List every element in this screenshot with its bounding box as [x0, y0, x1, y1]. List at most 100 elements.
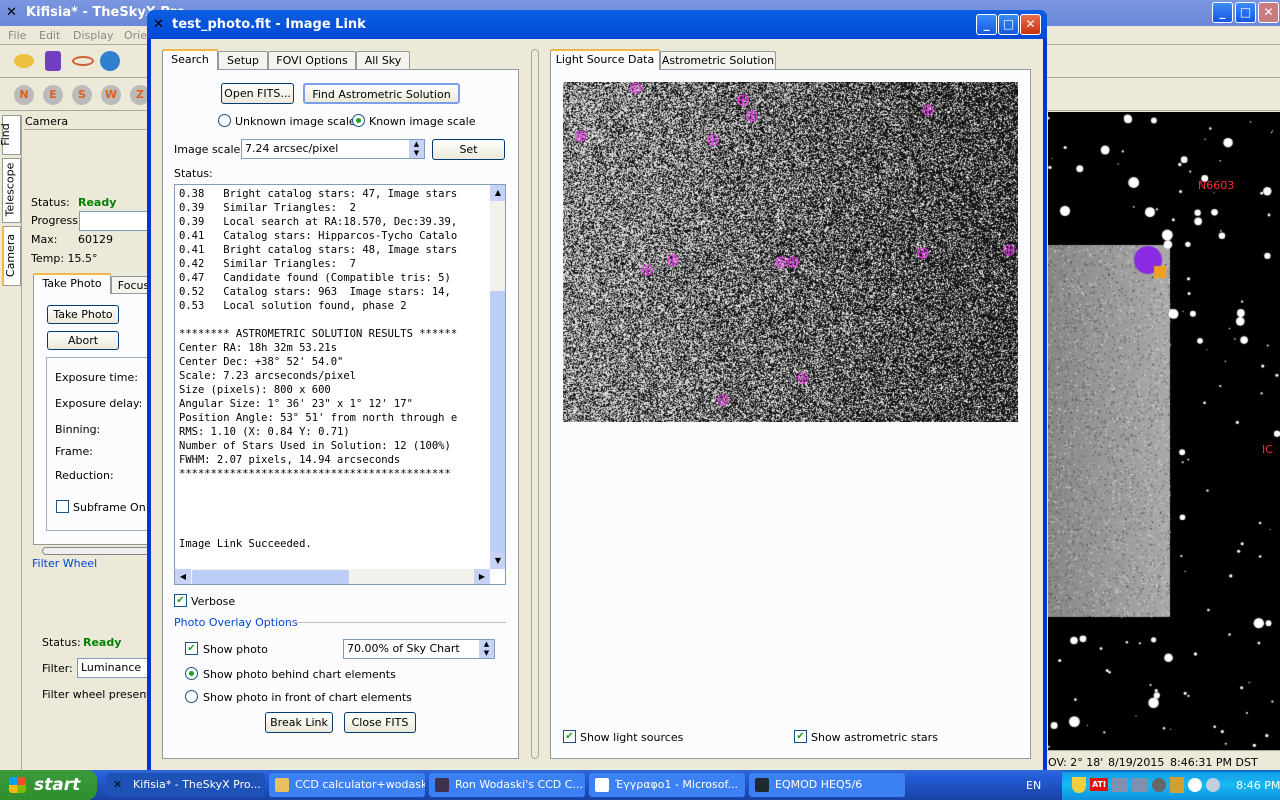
theskyx-icon: ✕ [113, 778, 123, 791]
side-divider [21, 115, 22, 770]
side-tab-camera[interactable]: Camera [2, 226, 21, 286]
photo-front-radio[interactable] [185, 690, 198, 703]
open-fits-button[interactable]: Open FITS... [221, 83, 294, 104]
west-button-icon[interactable]: W [101, 85, 121, 105]
exposure-delay-label: Exposure delay: [55, 397, 143, 410]
taskbar-item-theskyx[interactable]: ✕ Kifisia* - TheSkyX Pro... [107, 773, 265, 797]
east-button-icon[interactable]: E [43, 85, 63, 105]
orbit-icon[interactable] [72, 56, 94, 66]
binning-label: Binning: [55, 423, 101, 436]
chart-label-n6603[interactable]: N6603 [1198, 179, 1234, 192]
tab-setup[interactable]: Setup [218, 51, 268, 70]
show-light-sources-checkbox[interactable]: ✔ [563, 730, 576, 743]
language-indicator[interactable]: EN [1026, 779, 1041, 792]
find-astrometric-solution-button[interactable]: Find Astrometric Solution [303, 83, 460, 104]
subframe-checkbox[interactable] [56, 500, 69, 513]
photo-behind-radio[interactable] [185, 667, 198, 680]
log-horizontal-scrollbar[interactable]: ◀ ▶ [175, 569, 490, 584]
horizontal-scroll-thumb[interactable] [192, 570, 349, 584]
scroll-up-button[interactable]: ▲ [490, 185, 505, 201]
panel-splitter[interactable] [531, 49, 539, 759]
known-scale-radio[interactable] [352, 114, 365, 127]
image-scale-input[interactable]: 7.24 arcsec/pixel [241, 139, 425, 159]
start-button[interactable]: start [0, 770, 97, 800]
taskbar-item-word[interactable]: Έγγραφο1 - Microsof... [589, 773, 745, 797]
camera-horizontal-scrollbar[interactable] [42, 547, 152, 555]
verbose-label: Verbose [191, 595, 236, 608]
south-button-icon[interactable]: S [72, 85, 92, 105]
planet-icon[interactable] [14, 54, 34, 68]
opacity-spinner[interactable]: ▲ ▼ [479, 640, 494, 658]
tab-all-sky[interactable]: All Sky [356, 51, 410, 70]
image-scale-spinner[interactable]: ▲ ▼ [409, 140, 424, 158]
menu-edit[interactable]: Edit [39, 29, 60, 42]
globe-icon[interactable] [100, 51, 120, 71]
verbose-checkbox[interactable]: ✔ [174, 594, 187, 607]
menu-file[interactable]: File [8, 29, 26, 42]
security-shield-icon[interactable] [1072, 777, 1086, 793]
show-astrometric-stars-label: Show astrometric stars [811, 731, 938, 744]
side-tab-find[interactable]: Find [0, 115, 21, 155]
menu-display[interactable]: Display [73, 29, 114, 42]
taskbar-item-eqmod[interactable]: EQMOD HEQ5/6 [749, 773, 905, 797]
sphere-icon[interactable] [45, 51, 61, 71]
filter-status-label: Status: [42, 636, 81, 649]
image-scale-label: Image scale: [174, 143, 244, 156]
opacity-input[interactable]: 70.00% of Sky Chart [343, 639, 495, 659]
sky-chart[interactable] [1048, 112, 1280, 750]
tab-light-source-data[interactable]: Light Source Data [550, 49, 660, 70]
take-photo-button[interactable]: Take Photo [47, 305, 119, 324]
filter-select[interactable]: Luminance [77, 658, 157, 678]
statusbar: OV: 2° 18' 8/19/2015 8:46:31 PM DST [1046, 750, 1280, 772]
log-line: 0.47 Candidate found (Compatible tris: 5… [179, 272, 451, 284]
scroll-right-button[interactable]: ▶ [474, 569, 490, 584]
fits-image-preview[interactable] [563, 82, 1018, 422]
camera-status-value: Ready [78, 196, 117, 209]
show-photo-checkbox[interactable]: ✔ [185, 642, 198, 655]
log-line: 0.42 Similar Triangles: 7 [179, 258, 357, 270]
clock: 8:46 PM [1236, 779, 1280, 792]
speaker-icon[interactable] [1152, 778, 1166, 792]
storage-icon[interactable] [1170, 777, 1184, 793]
log-line: Center RA: 18h 32m 53.21s [179, 342, 338, 354]
cd-icon[interactable] [1206, 778, 1220, 792]
tab-astrometric-solution[interactable]: Astrometric Solution [660, 51, 776, 70]
panda-icon[interactable] [1188, 778, 1202, 792]
scroll-left-button[interactable]: ◀ [175, 569, 191, 584]
dialog-minimize-button[interactable]: _ [976, 14, 997, 35]
tab-fovi-options[interactable]: FOVI Options [268, 51, 356, 70]
log-vertical-scrollbar[interactable]: ▲ ▼ [490, 185, 505, 569]
vertical-scroll-thumb[interactable] [490, 291, 505, 553]
abort-button[interactable]: Abort [47, 331, 119, 350]
dialog-title: test_photo.fit - Image Link [172, 17, 366, 32]
scroll-down-button[interactable]: ▼ [490, 553, 505, 569]
tab-search[interactable]: Search [162, 49, 218, 70]
side-tab-telescope[interactable]: Telescope [2, 158, 21, 223]
dialog-maximize-button[interactable]: □ [998, 14, 1019, 35]
unknown-scale-radio[interactable] [218, 114, 231, 127]
break-link-button[interactable]: Break Link [265, 712, 333, 733]
show-light-sources-label: Show light sources [580, 731, 684, 744]
show-astrometric-stars-checkbox[interactable]: ✔ [794, 730, 807, 743]
network-disconnected-icon[interactable] [1112, 778, 1128, 792]
ati-icon[interactable]: ATI [1090, 778, 1108, 791]
network-disconnected-icon-2[interactable] [1132, 778, 1148, 792]
tab-take-photo[interactable]: Take Photo [33, 273, 111, 294]
main-minimize-button[interactable]: _ [1212, 2, 1233, 23]
dialog-close-button[interactable]: ✕ [1020, 14, 1041, 35]
reduction-label: Reduction: [55, 469, 114, 482]
north-button-icon[interactable]: N [14, 85, 34, 105]
close-fits-button[interactable]: Close FITS [344, 712, 416, 733]
log-line: Position Angle: 53° 51' from north throu… [179, 412, 458, 424]
max-label: Max: [31, 233, 58, 246]
taskbar-item-ron-wodaski[interactable]: Ron Wodaski's CCD C... [429, 773, 585, 797]
eqmod-icon [755, 778, 769, 792]
set-button[interactable]: Set [432, 139, 505, 160]
main-close-button[interactable]: ✕ [1258, 2, 1279, 23]
main-maximize-button[interactable]: □ [1235, 2, 1256, 23]
taskbar-item-ccd-calculator[interactable]: CCD calculator+wodaski [269, 773, 425, 797]
date-readout: 8/19/2015 [1108, 756, 1165, 769]
chart-label-ic[interactable]: IC [1262, 443, 1273, 456]
